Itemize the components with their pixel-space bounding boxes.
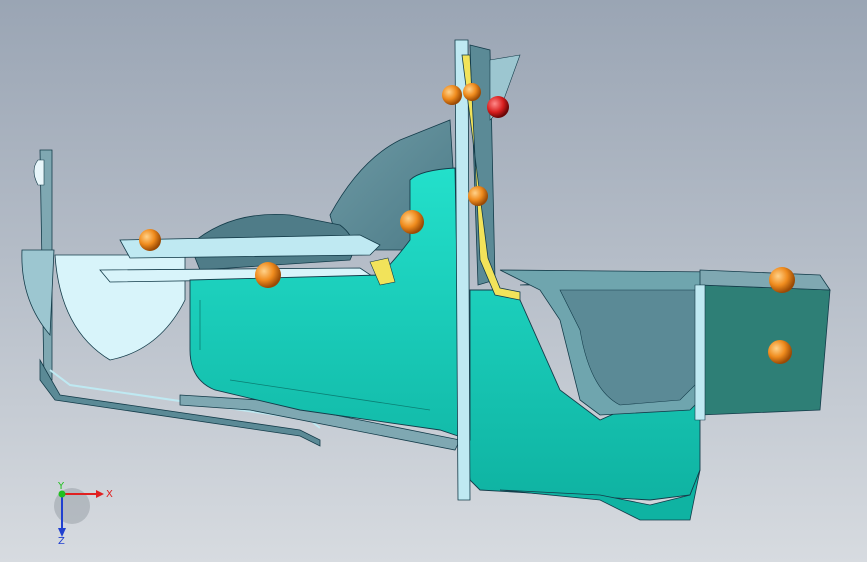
weld-point[interactable] <box>442 85 462 105</box>
cad-assembly-model[interactable] <box>0 0 867 562</box>
3d-viewport[interactable]: X Y Z <box>0 0 867 562</box>
weld-point[interactable] <box>768 340 792 364</box>
triad-x-arrow-icon <box>96 490 104 498</box>
triad-x-label: X <box>106 489 113 500</box>
weld-point[interactable] <box>769 267 795 293</box>
weld-point[interactable] <box>468 186 488 206</box>
weld-point[interactable] <box>139 229 161 251</box>
weld-point[interactable] <box>463 83 481 101</box>
weld-point[interactable] <box>400 210 424 234</box>
orientation-triad[interactable]: X Y Z <box>40 482 120 544</box>
weld-point[interactable] <box>255 262 281 288</box>
triad-y-label: Y <box>57 482 65 492</box>
triad-z-label: Z <box>58 536 65 544</box>
weld-point-red[interactable] <box>487 96 509 118</box>
